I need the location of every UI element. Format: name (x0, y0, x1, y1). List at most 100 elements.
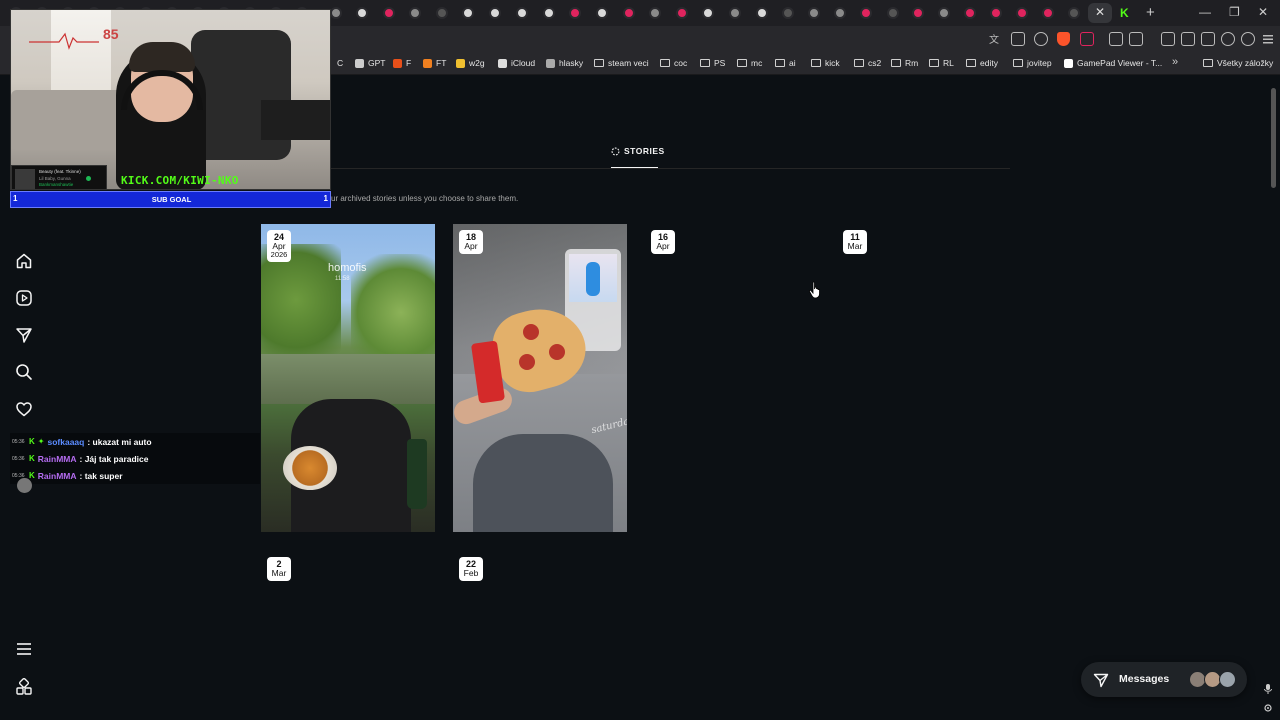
story-date-badge: 24 Apr 2026 (267, 230, 291, 263)
tab-favicon[interactable] (860, 7, 872, 19)
tab-favicon[interactable] (569, 7, 581, 19)
bookmark-item[interactable]: iCloud (498, 58, 535, 68)
leo-ai-icon[interactable] (1221, 32, 1235, 46)
tab-favicon[interactable] (887, 7, 899, 19)
microphone-icon[interactable] (1263, 683, 1273, 695)
brave-rewards-icon[interactable] (1080, 32, 1094, 46)
bookmark-label: kick (825, 58, 840, 68)
close-window-button[interactable]: ✕ (1258, 5, 1268, 19)
hand-cursor-icon (808, 281, 820, 299)
bookmark-item[interactable]: FT (423, 58, 446, 68)
bookmark-item[interactable]: Rm (891, 58, 918, 68)
cast-icon[interactable] (1011, 32, 1025, 46)
tab-favicon[interactable] (356, 7, 368, 19)
tab-favicon[interactable] (676, 7, 688, 19)
tab-favicon[interactable] (1016, 7, 1028, 19)
webcam-sofa (11, 90, 131, 150)
sub-goal-label: SUB GOAL (151, 195, 192, 204)
story-date-badge: 18 Apr (459, 230, 483, 255)
more-menu-icon[interactable] (15, 640, 33, 658)
tab-favicon[interactable] (782, 7, 794, 19)
tab-favicon[interactable] (649, 7, 661, 19)
tab-favicon[interactable] (462, 7, 474, 19)
page-scrollbar[interactable] (1271, 88, 1276, 188)
tab-favicon[interactable] (516, 7, 528, 19)
tab-favicon[interactable] (1068, 7, 1080, 19)
tab-stories-label: STORIES (624, 146, 665, 156)
maximize-button[interactable]: ❐ (1229, 5, 1240, 19)
home-icon[interactable] (15, 252, 33, 270)
bookmark-item[interactable]: jovitep (1013, 58, 1052, 68)
tab-favicon[interactable] (938, 7, 950, 19)
bookmark-item[interactable]: PS (700, 58, 725, 68)
bookmark-item[interactable]: mc (737, 58, 762, 68)
story-photo-pepperoni (549, 344, 565, 360)
minimize-button[interactable]: — (1199, 5, 1211, 19)
also-from-meta-icon[interactable] (15, 677, 33, 696)
kick-badge-icon: K (29, 437, 35, 446)
bookmark-item[interactable]: kick (811, 58, 840, 68)
tab-favicon[interactable] (543, 7, 555, 19)
tab-favicon[interactable] (330, 7, 342, 19)
svg-text:文: 文 (989, 33, 999, 46)
tab-favicon[interactable] (1042, 7, 1054, 19)
bookmark-item[interactable]: edity (966, 58, 998, 68)
bookmark-item[interactable]: steam veci (594, 58, 649, 68)
story-tile[interactable] (837, 224, 1011, 532)
bookmark-item[interactable]: ai (775, 58, 796, 68)
tab-close-icon[interactable]: ✕ (1095, 5, 1105, 19)
new-tab-button[interactable]: + (1146, 4, 1155, 21)
tab-favicon[interactable] (964, 7, 976, 19)
bookmark-item[interactable]: w2g (456, 58, 485, 68)
bookmark-item[interactable]: F (393, 58, 411, 68)
tab-favicon[interactable] (990, 7, 1002, 19)
reading-list-icon[interactable] (1129, 32, 1143, 46)
tab-favicon[interactable] (436, 7, 448, 19)
browser-menu-icon[interactable] (1261, 32, 1275, 46)
bookmark-item[interactable]: C (337, 58, 343, 68)
tab-favicon[interactable] (623, 7, 635, 19)
tab-favicon[interactable] (912, 7, 924, 19)
bookmarks-overflow-button[interactable]: » (1172, 56, 1178, 68)
tab-favicon[interactable] (383, 7, 395, 19)
brave-shields-icon[interactable] (1057, 32, 1070, 46)
bookmark-item[interactable]: hlasky (546, 58, 583, 68)
tab-favicon[interactable] (409, 7, 421, 19)
vpn-icon[interactable] (1241, 32, 1255, 46)
wallet-icon[interactable] (1201, 32, 1215, 46)
bookmark-item[interactable]: GPT (355, 58, 385, 68)
kick-tab-icon[interactable]: K (1120, 6, 1132, 20)
bookmark-label: iCloud (511, 58, 536, 68)
tab-favicon[interactable] (808, 7, 820, 19)
story-month: Mar (271, 568, 287, 579)
gear-icon[interactable] (1263, 703, 1273, 713)
direct-icon[interactable] (15, 326, 33, 344)
tab-favicon[interactable] (729, 7, 741, 19)
bookmark-item[interactable]: RL (929, 58, 954, 68)
share-icon[interactable] (1034, 32, 1048, 46)
search-icon[interactable] (15, 363, 33, 381)
tab-favicon[interactable] (596, 7, 608, 19)
story-text-sticker: saturday (590, 414, 627, 437)
sub-goal-bar: 1 SUB GOAL 1 (10, 191, 331, 208)
notifications-icon[interactable] (15, 400, 33, 418)
tab-search-icon[interactable] (1161, 32, 1175, 46)
translate-icon[interactable]: 文 (988, 32, 1002, 46)
tab-stories[interactable]: STORIES (611, 146, 665, 156)
tab-favicon[interactable] (834, 7, 846, 19)
story-tile[interactable] (645, 224, 819, 532)
tab-favicon[interactable] (756, 7, 768, 19)
story-tile[interactable]: saturday (453, 224, 627, 532)
extensions-icon[interactable] (1109, 32, 1123, 46)
messages-button[interactable]: Messages (1081, 662, 1247, 697)
bookmark-label: GamePad Viewer - T... (1077, 58, 1163, 68)
bookmark-item[interactable]: GamePad Viewer - T... (1064, 58, 1162, 68)
story-tile[interactable]: homofis 11:58 (261, 224, 435, 532)
tab-favicon[interactable] (489, 7, 501, 19)
tab-favicon[interactable] (702, 7, 714, 19)
all-bookmarks-button[interactable]: Všetky záložky (1203, 58, 1273, 68)
bookmark-item[interactable]: coc (660, 58, 687, 68)
bookmark-item[interactable]: cs2 (854, 58, 881, 68)
sidebar-icon[interactable] (1181, 32, 1195, 46)
reels-icon[interactable] (15, 289, 33, 307)
